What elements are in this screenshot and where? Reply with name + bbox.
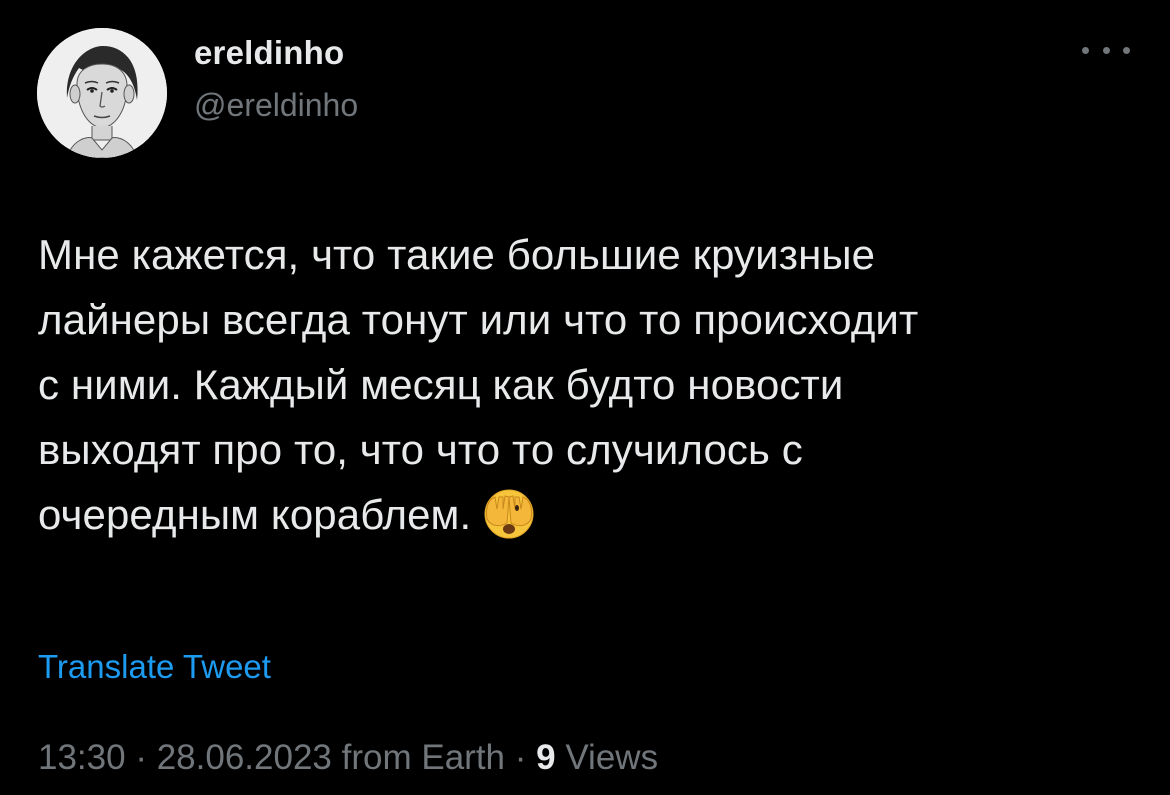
avatar[interactable]: [37, 28, 167, 158]
tweet-text: Мне кажется, что такие большие круизные …: [38, 222, 1138, 547]
views-count[interactable]: 9: [536, 738, 555, 777]
author-handle[interactable]: @ereldinho: [194, 87, 358, 124]
tweet-meta: 13:30 · 28.06.2023 from Earth · 9 Views: [38, 738, 658, 778]
tweet-text-last-line: очередным кораблем.: [38, 482, 1138, 547]
tweet-text-line: очередным кораблем.: [38, 491, 472, 538]
tweet-card: ereldinho @ereldinho Мне кажется, что та…: [0, 0, 1170, 795]
more-options-button[interactable]: [1082, 36, 1130, 64]
translate-tweet-link[interactable]: Translate Tweet: [38, 648, 271, 686]
tweet-source: from Earth: [341, 738, 506, 777]
meta-separator: ·: [514, 738, 527, 777]
tweet-text-line: с ними. Каждый месяц как будто новости: [38, 361, 844, 408]
tweet-text-line: лайнеры всегда тонут или что то происход…: [38, 296, 919, 343]
author-display-name[interactable]: ereldinho: [194, 34, 344, 72]
meta-separator: ·: [135, 738, 147, 777]
tweet-date[interactable]: 28.06.2023: [157, 738, 332, 777]
views-label[interactable]: Views: [565, 738, 658, 777]
face-with-hand-over-eyes-emoji-icon: [481, 485, 537, 541]
ellipsis-icon: [1123, 46, 1130, 54]
ellipsis-icon: [1082, 46, 1089, 54]
tweet-time[interactable]: 13:30: [38, 738, 126, 777]
tweet-text-line: выходят про то, что что то случилось с: [38, 426, 803, 473]
avatar-portrait-icon: [37, 28, 167, 158]
tweet-text-line: Мне кажется, что такие большие круизные: [38, 231, 876, 278]
ellipsis-icon: [1102, 46, 1110, 54]
